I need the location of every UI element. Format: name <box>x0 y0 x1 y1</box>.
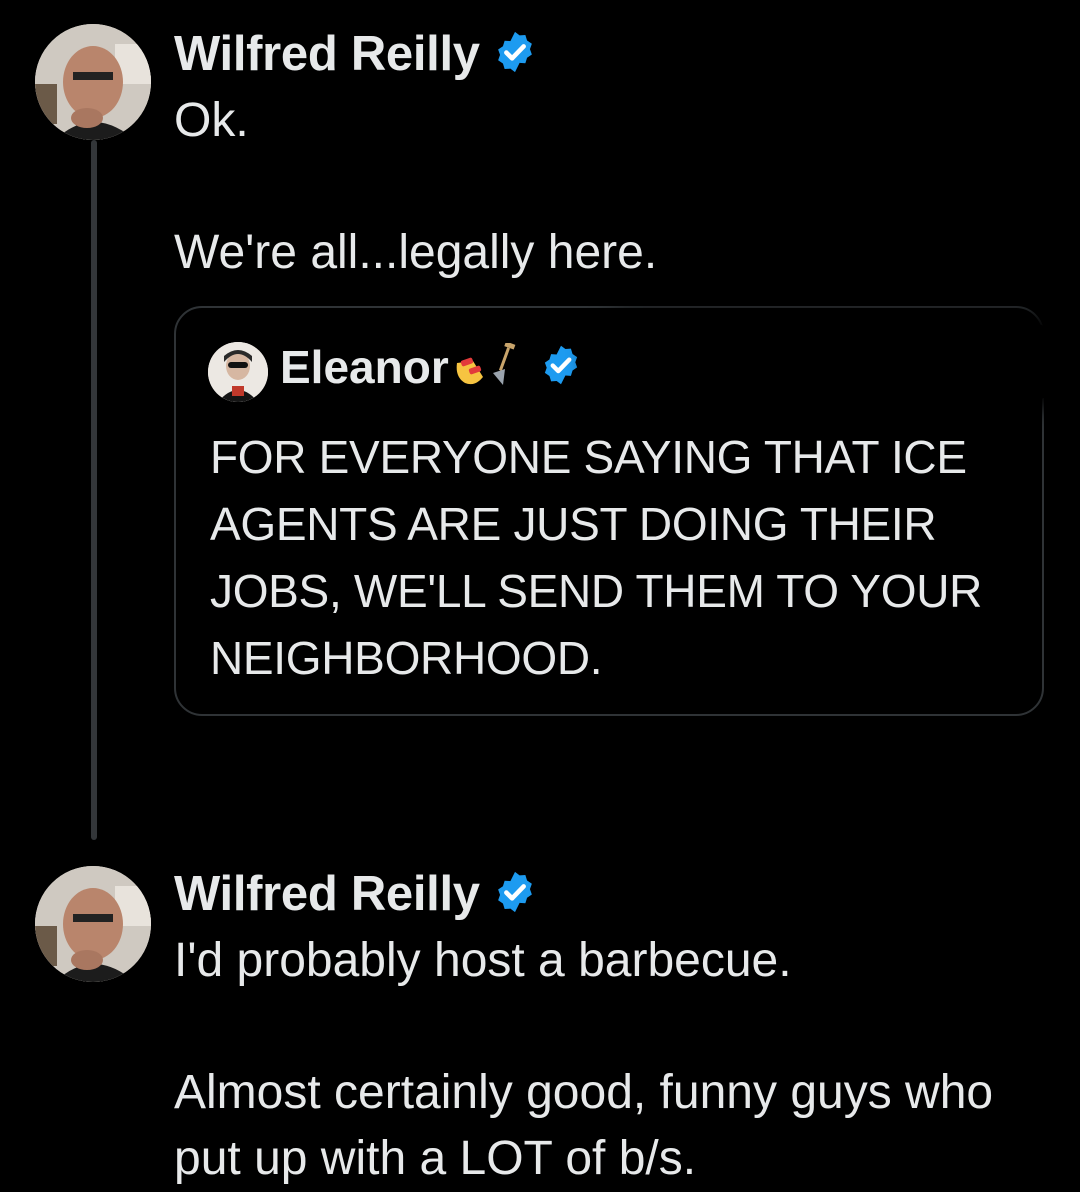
redacted-handle <box>560 872 1055 932</box>
redacted-metadata <box>130 748 1060 828</box>
shovel-icon <box>491 340 517 392</box>
avatar-wilfred-reilly[interactable] <box>35 24 151 140</box>
quote-text: FOR EVERYONE SAYING THAT ICE AGENTS ARE … <box>210 431 983 684</box>
quote-header: Eleanor <box>280 340 583 394</box>
tweet-2-text: I'd probably host a barbecue. Almost cer… <box>174 934 994 1185</box>
avatar-wilfred-reilly[interactable] <box>35 866 151 982</box>
verified-badge-icon <box>539 343 583 392</box>
tweet-1-header: Wilfred Reilly <box>174 26 538 82</box>
author-name[interactable]: Wilfred Reilly <box>174 26 480 82</box>
verified-badge-icon <box>492 869 538 920</box>
redacted-quote-handle <box>596 322 1066 402</box>
thread-connector-line <box>91 140 97 840</box>
quote-author-name: Eleanor <box>280 341 449 393</box>
avatar-eleanor <box>208 342 268 402</box>
nail-polish-icon <box>453 343 487 392</box>
tweet-2-header: Wilfred Reilly <box>174 866 538 922</box>
tweet-1-text: Ok. We're all...legally here. <box>174 94 658 279</box>
verified-badge-icon <box>492 29 538 80</box>
author-name[interactable]: Wilfred Reilly <box>174 866 480 922</box>
